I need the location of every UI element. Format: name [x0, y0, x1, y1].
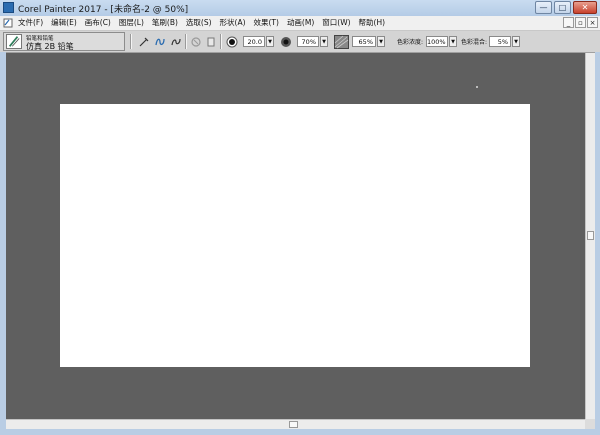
menu-edit[interactable]: 编辑(E)	[47, 16, 81, 30]
menu-effects[interactable]: 效果(T)	[250, 16, 283, 30]
document-window-controls: _ ▫ ×	[562, 17, 598, 28]
window-frame	[595, 52, 600, 435]
menu-help[interactable]: 帮助(H)	[355, 16, 390, 30]
toolbar-separator	[185, 34, 187, 49]
bleed-dropdown[interactable]: ▼	[512, 36, 520, 47]
maximize-button[interactable]: □	[554, 1, 571, 14]
window-title: Corel Painter 2017 - [未命名-2 @ 50%]	[18, 5, 189, 15]
doc-restore-button[interactable]: ▫	[575, 17, 586, 28]
stroke-freehand-icon[interactable]	[154, 36, 166, 48]
resat-input[interactable]: 100%	[426, 36, 448, 47]
menu-window[interactable]: 窗口(W)	[318, 16, 354, 30]
brush-selector[interactable]: 铅笔和铅笔 仿真 2B 铅笔	[3, 32, 125, 51]
toolbar-separator	[130, 34, 132, 49]
menu-layers[interactable]: 图层(L)	[115, 16, 148, 30]
eraser-icon[interactable]	[205, 36, 217, 48]
brush-thumbnail-icon	[6, 34, 22, 49]
menu-items: 文件(F) 编辑(E) 画布(C) 图层(L) 笔刷(B) 选取(S) 形状(A…	[14, 16, 389, 30]
toolbar-separator	[220, 34, 222, 49]
menu-select[interactable]: 选取(S)	[182, 16, 216, 30]
size-dropdown[interactable]: ▼	[266, 36, 274, 47]
reset-tool-icon[interactable]	[190, 36, 202, 48]
bleed-input[interactable]: 5%	[489, 36, 511, 47]
horizontal-scroll-thumb[interactable]	[289, 421, 298, 428]
opacity-input[interactable]: 70%	[297, 36, 319, 47]
grain-texture-icon	[334, 35, 349, 49]
menu-brushes[interactable]: 笔刷(B)	[148, 16, 182, 30]
menu-canvas[interactable]: 画布(C)	[81, 16, 115, 30]
grain-input[interactable]: 65%	[352, 36, 376, 47]
brush-tracking-icon[interactable]	[138, 36, 150, 48]
vertical-scroll-thumb[interactable]	[587, 231, 594, 240]
canvas-workspace[interactable]	[6, 53, 585, 419]
bleed-label: 色彩混合:	[461, 39, 488, 46]
opacity-dropdown[interactable]: ▼	[320, 36, 328, 47]
canvas-paper[interactable]	[60, 104, 530, 367]
grain-dropdown[interactable]: ▼	[377, 36, 385, 47]
document-icon[interactable]	[3, 18, 13, 28]
doc-minimize-button[interactable]: _	[563, 17, 574, 28]
resat-label: 色彩浓度:	[397, 39, 424, 46]
scrollbar-corner	[585, 419, 595, 429]
vertical-scrollbar[interactable]	[585, 53, 595, 419]
menu-bar: 文件(F) 编辑(E) 画布(C) 图层(L) 笔刷(B) 选取(S) 形状(A…	[0, 16, 600, 31]
minimize-button[interactable]: —	[535, 1, 552, 14]
window-controls: — □ ✕	[533, 1, 597, 14]
menu-shapes[interactable]: 形状(A)	[216, 16, 250, 30]
title-bar: Corel Painter 2017 - [未命名-2 @ 50%] — □ ✕	[0, 0, 600, 17]
size-input[interactable]: 20.0	[243, 36, 265, 47]
brush-variant-label: 仿真 2B 铅笔	[26, 42, 74, 51]
menu-movie[interactable]: 动画(M)	[283, 16, 318, 30]
close-button[interactable]: ✕	[573, 1, 597, 14]
cursor-dot	[476, 86, 478, 88]
horizontal-scrollbar[interactable]	[6, 419, 585, 429]
property-bar: 铅笔和铅笔 仿真 2B 铅笔 20.0 ▼ 70% ▼ 65% ▼ 色彩浓度: …	[0, 31, 600, 53]
size-dab-icon	[226, 36, 238, 48]
resat-dropdown[interactable]: ▼	[449, 36, 457, 47]
stroke-straight-icon[interactable]	[170, 36, 182, 48]
window-frame	[0, 429, 600, 435]
menu-file[interactable]: 文件(F)	[14, 16, 47, 30]
opacity-dab-icon	[281, 37, 291, 47]
doc-close-button[interactable]: ×	[587, 17, 598, 28]
app-icon[interactable]	[3, 2, 14, 13]
